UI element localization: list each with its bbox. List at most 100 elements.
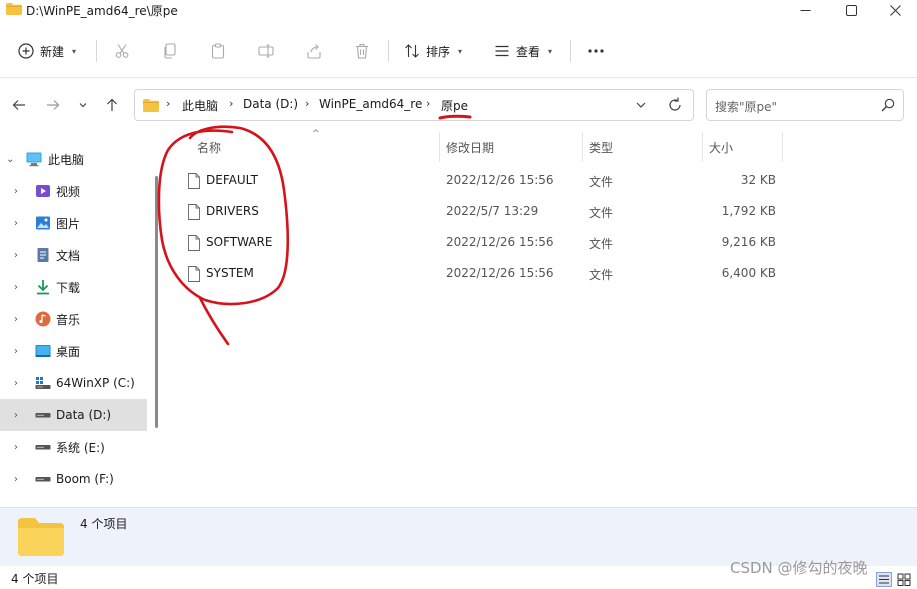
title-bar: D:\WinPE_amd64_re\原pe (0, 0, 917, 22)
sidebar-label: Data (D:) (56, 408, 112, 422)
windows-drive-icon (35, 377, 51, 389)
column-divider[interactable] (702, 132, 703, 162)
sidebar-item-drive-d[interactable]: › Data (D:) (0, 399, 147, 431)
arrow-right-icon (47, 100, 60, 110)
column-header-type[interactable]: 类型 (589, 132, 613, 162)
column-label: 大小 (709, 140, 734, 155)
close-button[interactable] (872, 0, 917, 20)
column-header-size[interactable]: 大小 (709, 132, 733, 162)
column-header-row: 名称 修改日期 类型 大小 (164, 132, 784, 162)
view-list-icon (495, 45, 509, 57)
recent-locations-button[interactable] (72, 94, 94, 116)
sort-button[interactable]: 排序 ▾ (404, 38, 462, 64)
up-button[interactable] (101, 94, 123, 116)
new-button[interactable]: 新建 ▾ (18, 38, 76, 64)
chevron-right-icon[interactable]: › (14, 474, 18, 485)
column-divider[interactable] (782, 132, 783, 162)
chevron-right-icon[interactable]: › (14, 282, 18, 293)
file-modified: 2022/12/26 15:56 (446, 266, 554, 280)
chevron-right-icon[interactable]: › (14, 410, 18, 421)
file-type: 文件 (589, 268, 614, 282)
chevron-right-icon[interactable]: › (14, 250, 18, 261)
minimize-button[interactable] (782, 0, 828, 20)
sidebar-scrollbar[interactable] (155, 176, 158, 428)
chevron-right-icon[interactable]: › (14, 186, 18, 197)
back-button[interactable] (8, 94, 30, 116)
watermark-text: CSDN @修勾的夜晚 (730, 559, 868, 577)
file-modified: 2022/12/26 15:56 (446, 173, 554, 187)
chevron-right-icon[interactable]: › (14, 314, 18, 325)
column-header-modified[interactable]: 修改日期 (446, 132, 494, 162)
details-view-toggle[interactable] (876, 572, 892, 587)
file-name: SYSTEM (206, 266, 254, 280)
column-label: 类型 (589, 140, 614, 155)
refresh-icon[interactable] (667, 95, 683, 115)
file-type: 文件 (589, 237, 614, 251)
sidebar-item-documents[interactable]: › 文档 (0, 239, 147, 271)
sidebar-item-drive-c[interactable]: › 64WinXP (C:) (0, 367, 147, 399)
sidebar-item-videos[interactable]: › 视频 (0, 175, 147, 207)
file-row[interactable]: SOFTWARE 2022/12/26 15:56 文件 9,216 KB (164, 227, 784, 258)
maximize-button[interactable] (828, 0, 874, 20)
toolbar-divider (388, 40, 389, 62)
forward-button[interactable] (42, 94, 64, 116)
share-button[interactable] (304, 41, 324, 61)
navigation-pane: ⌄ 此电脑 › 视频 › 图片 › 文档 › 下载 › 音乐 › 桌面 › 64… (0, 140, 160, 508)
column-header-name[interactable]: 名称 (197, 132, 221, 162)
copy-icon (164, 43, 176, 59)
sidebar-label: 此电脑 (48, 152, 85, 167)
pictures-icon (36, 216, 50, 230)
paste-button[interactable] (208, 41, 228, 61)
view-button[interactable]: 查看 ▾ (494, 38, 552, 64)
chevron-right-icon[interactable]: › (14, 378, 18, 389)
file-icon (188, 173, 200, 189)
chevron-down-icon[interactable]: ⌄ (6, 154, 14, 165)
sidebar-label: 音乐 (56, 312, 81, 327)
file-icon (188, 235, 200, 251)
sidebar-label: 桌面 (56, 344, 81, 359)
cut-button[interactable] (112, 41, 132, 61)
file-row[interactable]: SYSTEM 2022/12/26 15:56 文件 6,400 KB (164, 258, 784, 289)
column-label: 修改日期 (446, 140, 495, 155)
column-divider[interactable] (439, 132, 440, 162)
chevron-right-icon[interactable]: › (14, 218, 18, 229)
file-row[interactable]: DRIVERS 2022/5/7 13:29 文件 1,792 KB (164, 196, 784, 227)
sidebar-item-drive-e[interactable]: › 系统 (E:) (0, 431, 147, 463)
chevron-right-icon[interactable]: › (14, 346, 18, 357)
sidebar-item-drive-f[interactable]: › Boom (F:) (0, 463, 147, 495)
breadcrumb-data-drive[interactable]: Data (D:) (243, 97, 298, 111)
download-icon (37, 280, 49, 295)
tiles-view-toggle[interactable] (897, 573, 911, 586)
sidebar-item-downloads[interactable]: › 下载 (0, 271, 147, 303)
arrow-left-icon (12, 100, 25, 110)
breadcrumb-this-pc[interactable]: 此电脑 (182, 97, 218, 114)
file-name: DRIVERS (206, 204, 259, 218)
breadcrumb-winpe-folder[interactable]: WinPE_amd64_re (319, 97, 422, 111)
rename-button[interactable] (256, 41, 276, 61)
arrow-up-icon (107, 98, 117, 111)
address-bar[interactable]: › 此电脑 › Data (D:) › WinPE_amd64_re › 原pe (134, 89, 694, 121)
sidebar-item-desktop[interactable]: › 桌面 (0, 335, 147, 367)
sidebar-item-pictures[interactable]: › 图片 (0, 207, 147, 239)
address-history-dropdown[interactable] (635, 96, 647, 114)
folder-icon (143, 99, 159, 112)
search-box[interactable]: 搜索"原pe" (706, 89, 904, 121)
copy-button[interactable] (160, 41, 180, 61)
column-divider[interactable] (582, 132, 583, 162)
drive-icon (35, 477, 51, 482)
sidebar-label: 系统 (E:) (56, 440, 105, 455)
chevron-down-icon: ▾ (458, 46, 463, 56)
delete-button[interactable] (352, 41, 372, 61)
close-icon (889, 4, 901, 16)
chevron-right-icon[interactable]: › (14, 442, 18, 453)
new-label: 新建 (40, 44, 65, 59)
sidebar-item-this-pc[interactable]: ⌄ 此电脑 (0, 143, 147, 175)
sidebar-item-music[interactable]: › 音乐 (0, 303, 147, 335)
more-options-button[interactable] (586, 41, 606, 61)
drive-icon (35, 445, 51, 450)
share-icon (307, 44, 321, 59)
breadcrumb-current-folder[interactable]: 原pe (441, 97, 468, 114)
maximize-icon (845, 4, 857, 16)
file-row[interactable]: DEFAULT 2022/12/26 15:56 文件 32 KB (164, 165, 784, 196)
ellipsis-icon (588, 49, 604, 53)
